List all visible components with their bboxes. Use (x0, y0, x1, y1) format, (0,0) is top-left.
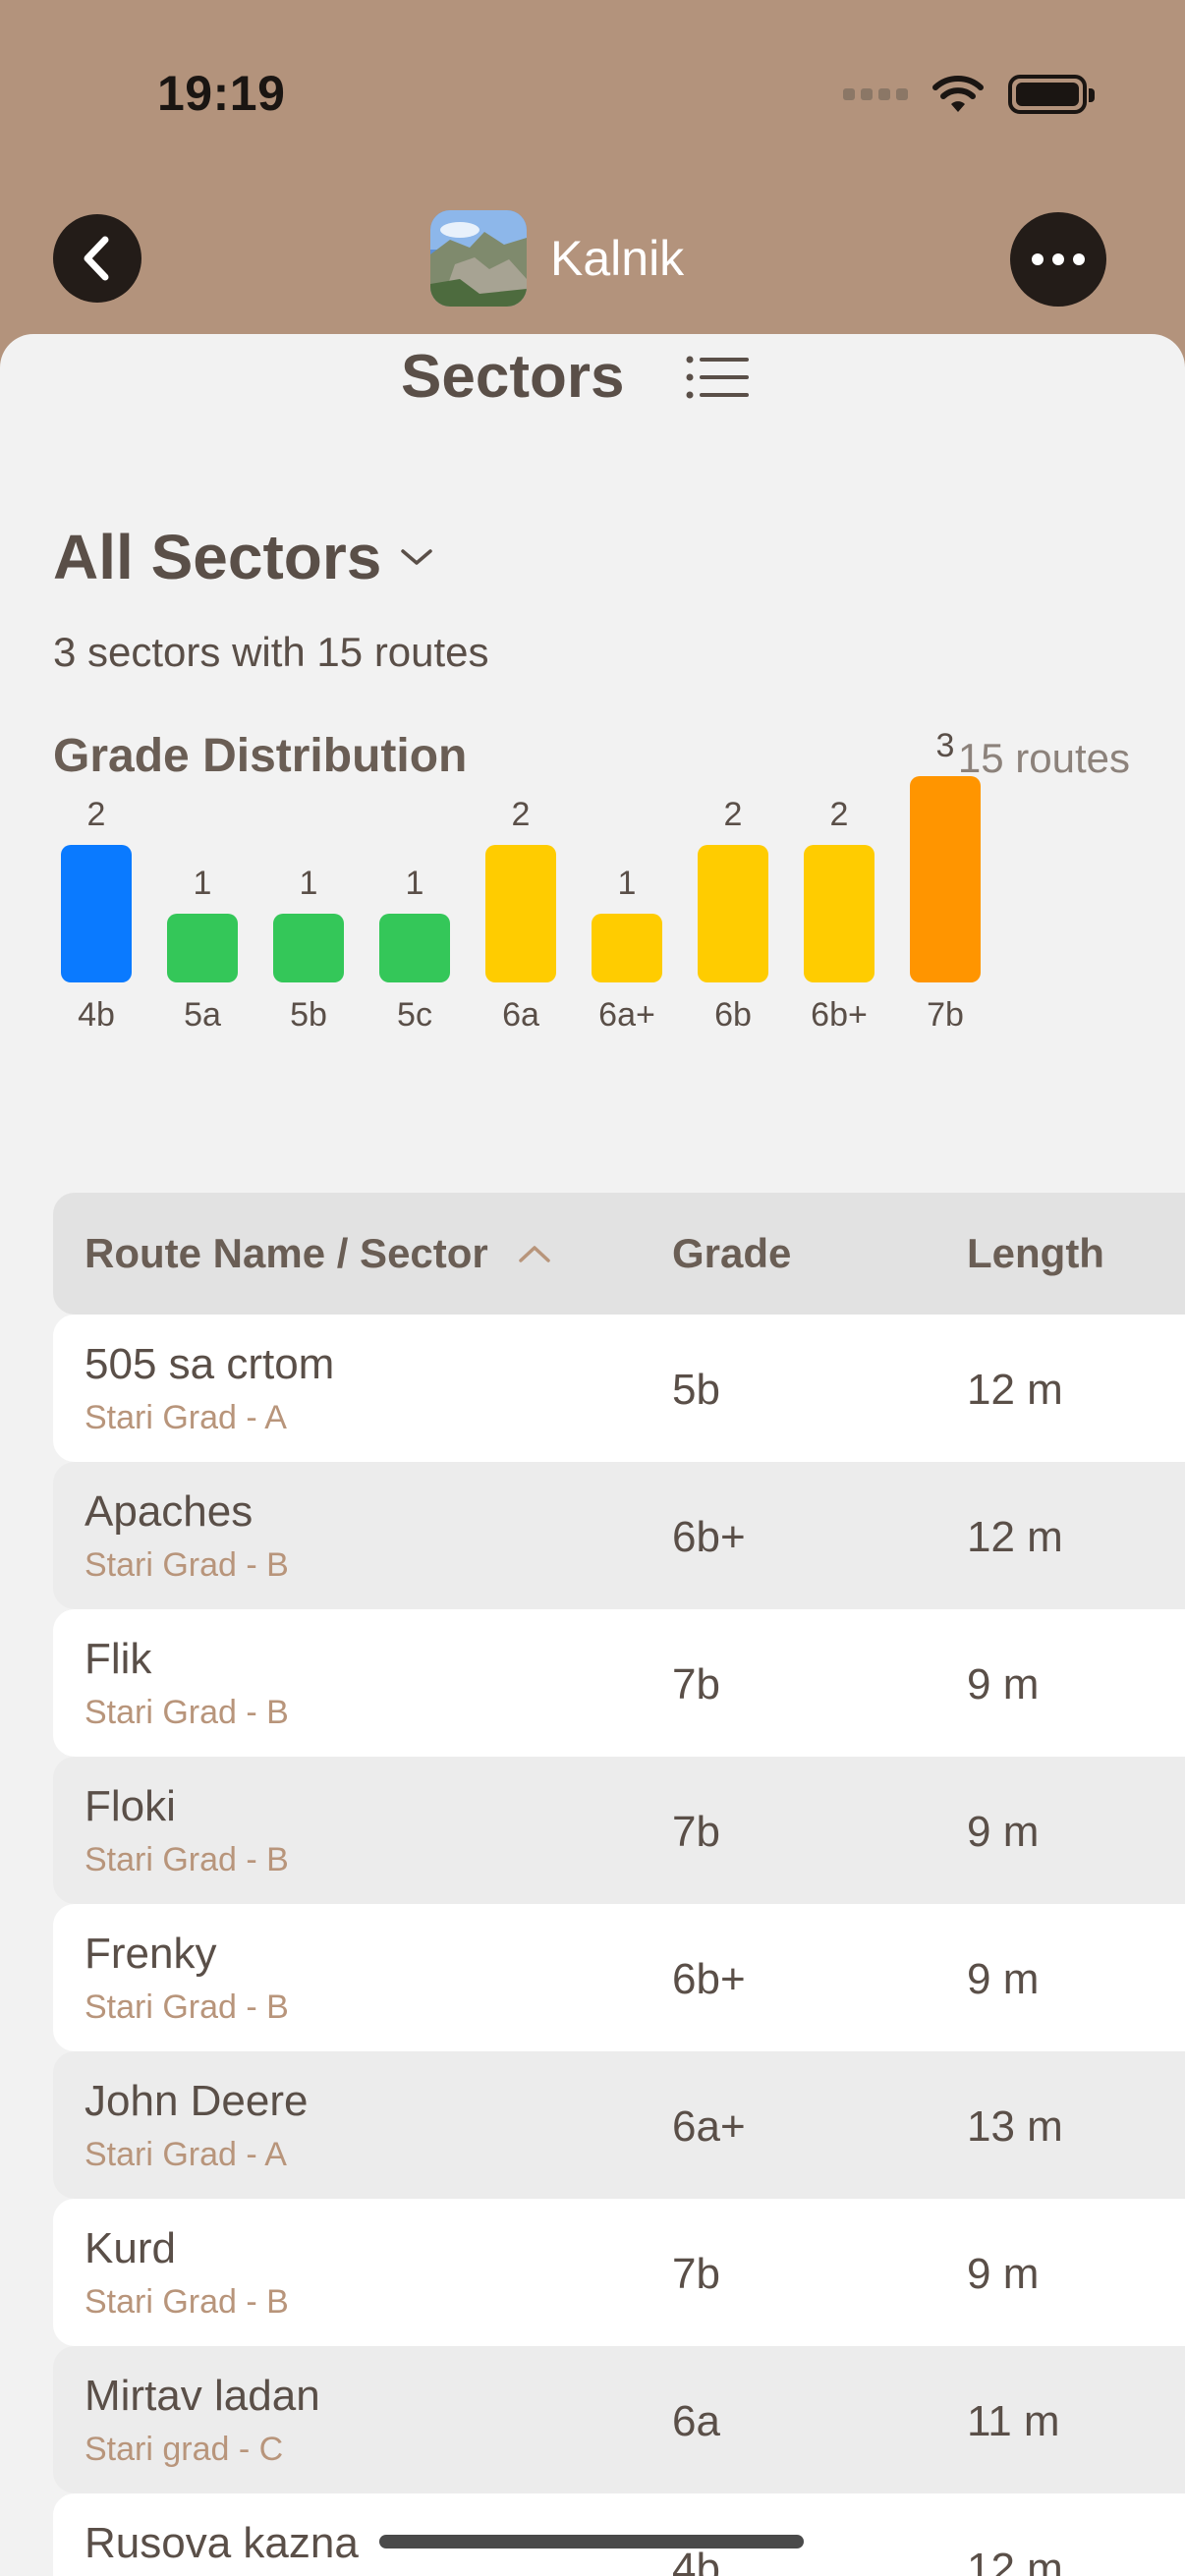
sort-by-name-header[interactable]: Route Name / Sector (85, 1230, 551, 1277)
chart-tick-label: 5c (397, 996, 432, 1034)
sectors-view-title[interactable]: Sectors (401, 342, 624, 412)
route-grade: 6b+ (672, 1513, 746, 1561)
crag-title: Kalnik (550, 231, 685, 286)
chart-tick-label: 7b (927, 996, 964, 1034)
home-indicator (379, 2535, 804, 2548)
status-indicators (843, 75, 1095, 114)
list-icon[interactable] (686, 354, 749, 401)
route-sector: Stari Grad - B (85, 2283, 289, 2321)
chart-bar (910, 776, 981, 982)
route-sector: Stari Grad - B (85, 1546, 289, 1584)
back-button[interactable] (53, 214, 141, 303)
route-length: 12 m (967, 1366, 1063, 1414)
chart-data-label: 1 (405, 865, 424, 902)
crag-title-group: Kalnik (430, 210, 684, 307)
chart-bar (167, 914, 238, 982)
more-options-button[interactable] (1010, 212, 1106, 307)
chart-bar (61, 845, 132, 982)
chart-tick-label: 6a+ (598, 996, 655, 1034)
chart-data-label: 2 (86, 796, 106, 833)
route-grade: 4b (672, 2545, 720, 2576)
sector-summary: 3 sectors with 15 routes (53, 629, 489, 675)
chart-tick-label: 4b (78, 996, 115, 1034)
table-row[interactable]: Apaches Stari Grad - B 6b+ 12 m (53, 1462, 1185, 1609)
route-sector: Stari Grad - B (85, 1841, 289, 1878)
content-sheet: Sectors All Sectors 3 sectors with 15 ro… (0, 334, 1185, 2576)
table-row[interactable]: Flik Stari Grad - B 7b 9 m (53, 1609, 1185, 1757)
chart-bar (592, 914, 662, 982)
chart-bar (485, 845, 556, 982)
route-name: Frenky (85, 1930, 217, 1978)
chart-tick-label: 6a (502, 996, 539, 1034)
route-sector: Stari Grad - B (85, 1988, 289, 2026)
cellular-signal-icon (843, 88, 908, 100)
route-sector: Stari grad - C (85, 2431, 284, 2468)
grade-distribution-title: Grade Distribution (53, 730, 468, 782)
route-length: 12 m (967, 1513, 1063, 1561)
chevron-down-icon (401, 549, 433, 565)
chevron-left-icon (84, 236, 109, 281)
chart-tick-label: 5b (290, 996, 327, 1034)
sector-filter-label: All Sectors (53, 522, 382, 592)
chart-tick-label: 6b+ (811, 996, 868, 1034)
nav-header: 19:19 Kalnik (0, 0, 1185, 334)
table-header: Route Name / Sector Grade Length (53, 1193, 1185, 1315)
chart-bar (804, 845, 875, 982)
table-row[interactable]: Kurd Stari Grad - B 7b 9 m (53, 2199, 1185, 2346)
route-grade: 6b+ (672, 1955, 746, 2003)
chart-data-label: 2 (829, 796, 849, 833)
route-name: Mirtav ladan (85, 2372, 320, 2420)
route-name: 505 sa crtom (85, 1340, 335, 1388)
route-name: Rusova kazna (85, 2519, 359, 2567)
route-length: 11 m (967, 2397, 1060, 2445)
chart-bar (379, 914, 450, 982)
chart-data-label: 1 (617, 865, 637, 902)
table-row[interactable]: John Deere Stari Grad - A 6a+ 13 m (53, 2051, 1185, 2199)
chevron-up-icon (519, 1246, 550, 1262)
status-time: 19:19 (157, 66, 286, 121)
crag-thumbnail (430, 210, 527, 307)
route-name: Flik (85, 1635, 152, 1683)
chart-bar (273, 914, 344, 982)
sector-filter-dropdown[interactable]: All Sectors (53, 521, 434, 593)
route-sector: Stari Grad - A (85, 2136, 287, 2173)
route-grade: 5b (672, 1366, 720, 1414)
route-name: John Deere (85, 2077, 309, 2125)
route-length: 12 m (967, 2545, 1063, 2576)
name-column-header: Route Name / Sector (85, 1230, 488, 1276)
route-grade: 7b (672, 1808, 720, 1856)
routes-table: 505 sa crtom Stari Grad - A 5b 12 m Apaches S… (53, 1315, 1185, 2576)
route-sector: Stari Grad - A (85, 1399, 287, 1436)
route-name: Apaches (85, 1487, 254, 1536)
route-grade: 6a+ (672, 2102, 746, 2151)
chart-tick-label: 5a (184, 996, 221, 1034)
route-length: 13 m (967, 2102, 1063, 2151)
battery-icon (1008, 75, 1095, 114)
chart-data-label: 1 (299, 865, 318, 902)
table-row[interactable]: 505 sa crtom Stari Grad - A 5b 12 m (53, 1315, 1185, 1462)
chart-data-label: 2 (511, 796, 531, 833)
route-grade: 7b (672, 2250, 720, 2298)
route-grade: 6a (672, 2397, 720, 2445)
route-name: Floki (85, 1782, 176, 1830)
route-length: 9 m (967, 2250, 1040, 2298)
route-name: Kurd (85, 2224, 176, 2272)
chart-data-label: 2 (723, 796, 743, 833)
route-length: 9 m (967, 1955, 1040, 2003)
length-column-header[interactable]: Length (967, 1230, 1104, 1277)
route-length: 9 m (967, 1660, 1040, 1708)
table-row[interactable]: Frenky Stari Grad - B 6b+ 9 m (53, 1904, 1185, 2051)
grade-column-header[interactable]: Grade (672, 1230, 791, 1277)
route-length: 9 m (967, 1808, 1040, 1856)
chart-data-label: 1 (193, 865, 212, 902)
table-row[interactable]: Mirtav ladan Stari grad - C 6a 11 m (53, 2346, 1185, 2493)
view-switcher: Sectors (0, 334, 1185, 442)
wifi-icon (932, 76, 984, 112)
route-sector: Stari Grad - B (85, 1694, 289, 1731)
table-row[interactable]: Floki Stari Grad - B 7b 9 m (53, 1757, 1185, 1904)
route-grade: 7b (672, 1660, 720, 1708)
chart-tick-label: 6b (714, 996, 752, 1034)
chart-bar (698, 845, 768, 982)
chart-data-label: 3 (935, 727, 955, 764)
